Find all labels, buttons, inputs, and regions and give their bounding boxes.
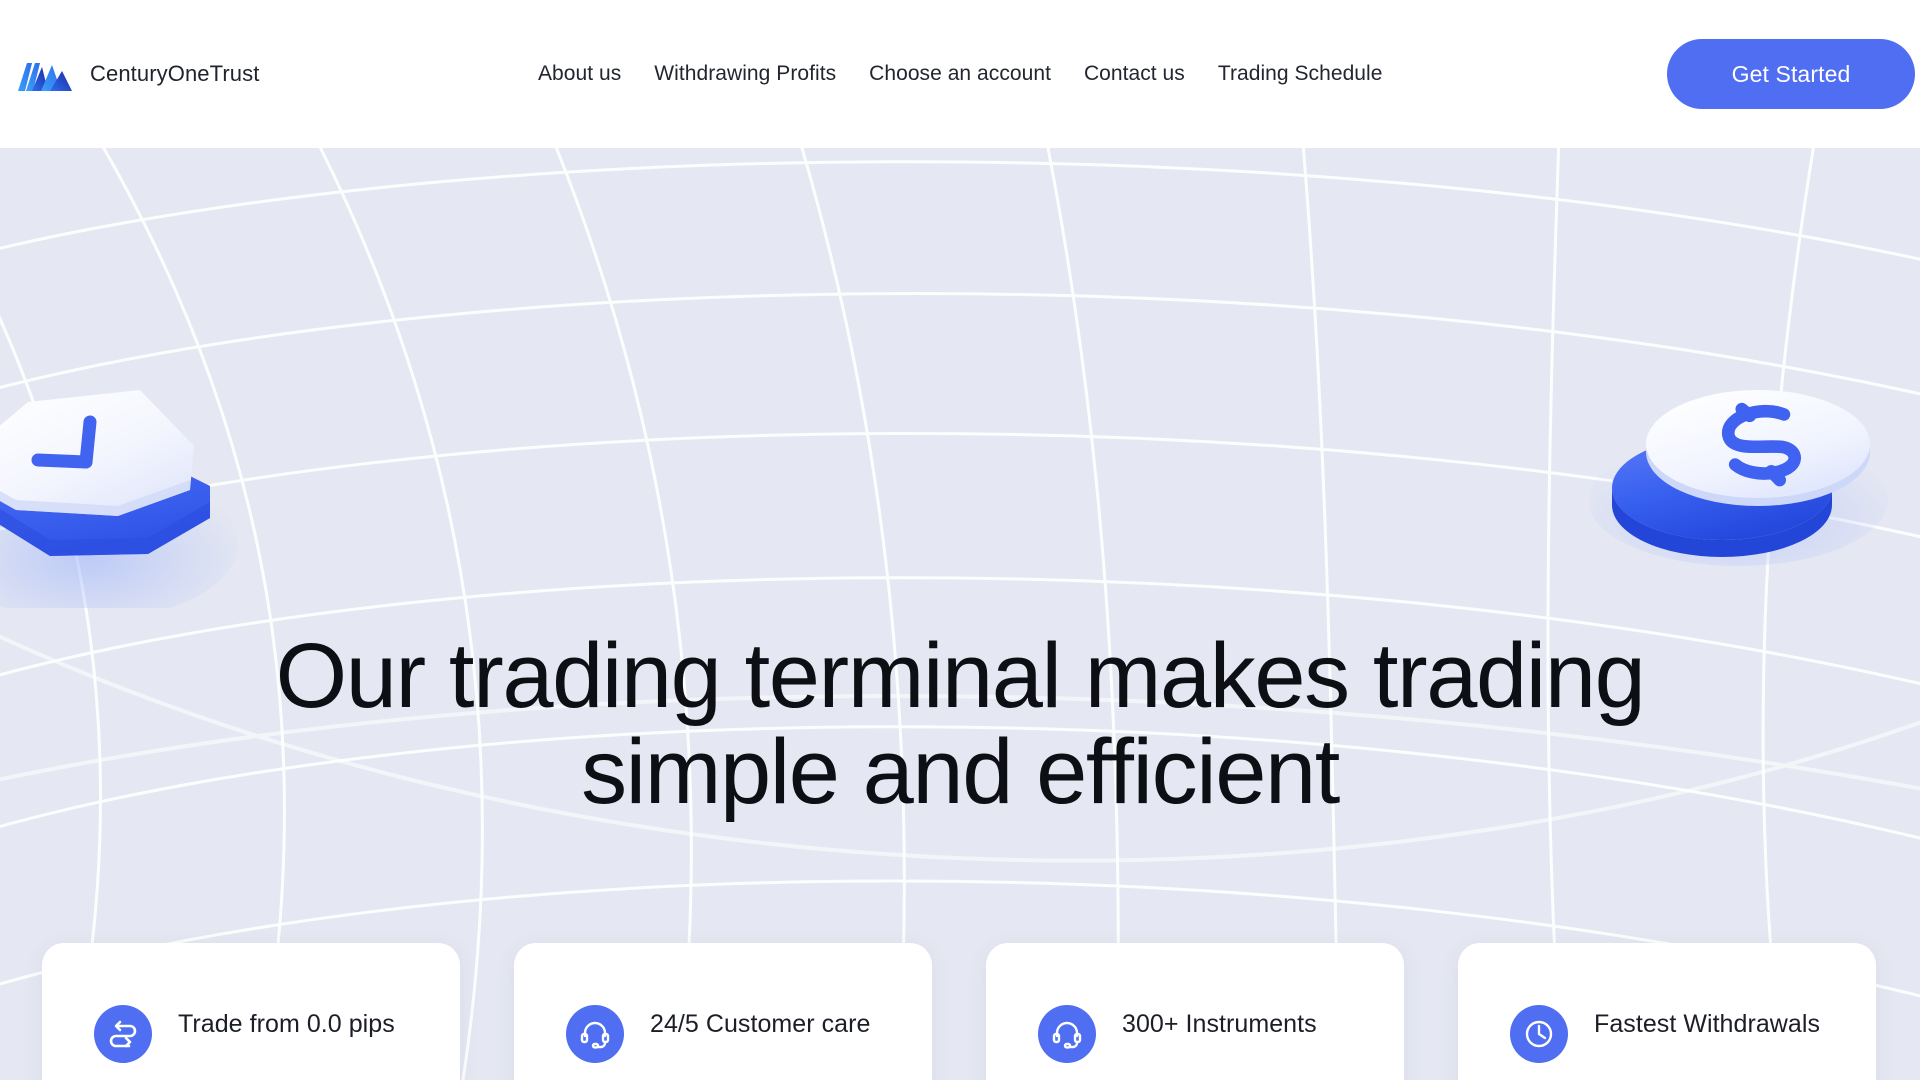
landing-page: CenturyOneTrust About us Withdrawing Pro… — [0, 0, 1920, 1080]
feature-card-list: Trade from 0.0 pips 24/5 Customer care 3… — [42, 943, 1876, 1080]
nav-item-contact-us[interactable]: Contact us — [1084, 62, 1185, 86]
feature-card-fastest-withdrawals[interactable]: Fastest Withdrawals — [1458, 943, 1876, 1080]
brand-logo-link[interactable]: CenturyOneTrust — [14, 57, 259, 91]
feature-card-label: Fastest Withdrawals — [1594, 1010, 1821, 1038]
site-header: CenturyOneTrust About us Withdrawing Pro… — [0, 0, 1920, 148]
feature-card-label: 300+ Instruments — [1122, 1010, 1317, 1038]
hero-section: Our trading terminal makes trading simpl… — [0, 148, 1920, 1080]
feature-card-trade-from-pips[interactable]: Trade from 0.0 pips — [42, 943, 460, 1080]
3d-dollar-coin-decoration — [1590, 390, 1888, 566]
headset-icon — [566, 1005, 624, 1063]
nav-item-trading-schedule[interactable]: Trading Schedule — [1218, 62, 1383, 86]
headset-icon — [1038, 1005, 1096, 1063]
hero-title-line-1: Our trading terminal makes trading — [275, 625, 1646, 727]
nav-item-about-us[interactable]: About us — [538, 62, 621, 86]
3d-clock-badge-decoration — [0, 390, 238, 608]
main-nav: About us Withdrawing Profits Choose an a… — [538, 62, 1382, 86]
get-started-button[interactable]: Get Started — [1667, 39, 1915, 109]
feature-card-customer-care[interactable]: 24/5 Customer care — [514, 943, 932, 1080]
feature-card-label: 24/5 Customer care — [650, 1010, 871, 1038]
feature-card-instruments[interactable]: 300+ Instruments — [986, 943, 1404, 1080]
nav-item-withdrawing-profits[interactable]: Withdrawing Profits — [654, 62, 836, 86]
clock-icon — [1510, 1005, 1568, 1063]
globe-grid-background — [0, 148, 1920, 1080]
nav-item-choose-an-account[interactable]: Choose an account — [869, 62, 1051, 86]
mountain-peaks-logo-icon — [18, 63, 72, 91]
hero-title-line-2: simple and efficient — [581, 721, 1340, 823]
feature-card-label: Trade from 0.0 pips — [178, 1010, 395, 1038]
feature-cards-strip: Trade from 0.0 pips 24/5 Customer care 3… — [0, 943, 1920, 1080]
swap-arrows-icon — [94, 1005, 152, 1063]
hero-title: Our trading terminal makes trading simpl… — [0, 628, 1920, 820]
brand-name: CenturyOneTrust — [90, 61, 260, 86]
